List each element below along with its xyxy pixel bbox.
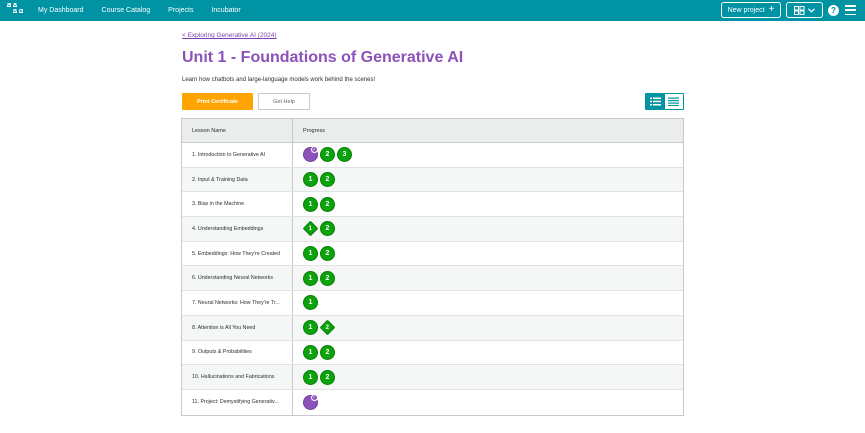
new-project-label: New project <box>727 6 765 14</box>
lesson-progress: 12 <box>293 365 683 389</box>
level-bubble[interactable]: 2 <box>320 246 335 262</box>
level-bubble[interactable]: 1 <box>303 344 318 360</box>
level-bubble[interactable]: 2 <box>320 147 335 163</box>
hamburger-menu-icon[interactable] <box>845 5 856 15</box>
summary-view-toggle[interactable] <box>665 94 684 109</box>
get-help-button[interactable]: Get Help <box>258 93 310 110</box>
header-progress: Progress <box>303 127 326 134</box>
level-bubble[interactable]: 2 <box>320 270 335 286</box>
lesson-name[interactable]: 2. Input & Training Data <box>182 167 293 192</box>
table-row: 4. Understanding Embeddings 1 2 <box>182 217 683 242</box>
lesson-name[interactable]: 7. Neural Networks: How They're Tr... <box>182 291 293 315</box>
back-to-course-link[interactable]: < Exploring Generative AI (2024) <box>182 32 277 39</box>
level-bubble-diamond[interactable]: 2 <box>319 319 336 336</box>
level-bubble[interactable]: 2 <box>320 344 335 360</box>
lesson-progress: 12 <box>293 192 683 216</box>
lesson-progress: 1 <box>293 291 683 315</box>
level-bubble[interactable]: 2 <box>320 221 335 237</box>
lesson-name[interactable]: 11. Project: Demystifying Generativ... <box>182 389 293 415</box>
nav-course-catalog[interactable]: Course Catalog <box>102 7 151 14</box>
table-row: 1. Introduction to Generative AI ✓ 2 3 <box>182 143 683 168</box>
lesson-progress: 12 <box>293 341 683 365</box>
level-bubble-complete[interactable]: ✓ <box>303 393 318 410</box>
table-row: 10. Hallucinations and Fabrications 1 2 <box>182 365 683 390</box>
chevron-down-icon <box>808 7 815 13</box>
level-bubble-complete[interactable]: ✓ <box>303 146 318 163</box>
table-row: 8. Attention is All You Need 1 2 <box>182 315 683 341</box>
table-row: 11. Project: Demystifying Generativ... ✓ <box>182 389 683 415</box>
apps-menu-button[interactable] <box>786 2 823 18</box>
level-bubble[interactable]: 1 <box>303 172 318 188</box>
level-bubble[interactable]: 2 <box>320 369 335 385</box>
lesson-progress: 12 <box>293 168 683 192</box>
lesson-progress: ✓ <box>293 390 683 415</box>
level-bubble[interactable]: 1 <box>303 246 318 262</box>
level-bubble[interactable]: 1 <box>303 369 318 385</box>
header-lesson-name: Lesson Name <box>182 119 293 142</box>
detail-view-toggle[interactable] <box>646 94 665 109</box>
code-logo[interactable]: C O D E <box>6 2 24 20</box>
list-summary-icon <box>668 97 680 106</box>
unit-description: Learn how chatbots and large-language mo… <box>182 77 376 83</box>
print-certificate-button[interactable]: Print Certificate <box>182 93 253 110</box>
page-title: Unit 1 - Foundations of Generative AI <box>182 49 464 66</box>
checkmark-icon: ✓ <box>311 393 318 401</box>
lesson-name[interactable]: 4. Understanding Embeddings <box>182 217 293 241</box>
level-bubble[interactable]: 1 <box>303 295 318 311</box>
lesson-progress-table: Lesson Name Progress 1. Introduction to … <box>181 118 684 416</box>
level-number: 2 <box>325 324 330 331</box>
lesson-progress: 12 <box>293 266 683 290</box>
level-bubble[interactable]: 1 <box>303 320 318 336</box>
lesson-name[interactable]: 1. Introduction to Generative AI <box>182 143 293 167</box>
level-bubble[interactable]: 2 <box>320 172 335 188</box>
lesson-name[interactable]: 9. Outputs & Probabilities <box>182 340 293 365</box>
table-row: 6. Understanding Neural Networks 1 2 <box>182 266 683 292</box>
level-bubble-diamond[interactable]: 1 <box>302 221 319 237</box>
list-detail-icon <box>649 97 661 106</box>
lesson-name[interactable]: 5. Embeddings: How They're Created <box>182 241 293 266</box>
table-row: 2. Input & Training Data 1 2 <box>182 167 683 193</box>
plus-icon: + <box>768 4 775 15</box>
grid-icon <box>794 5 805 15</box>
lesson-name[interactable]: 6. Understanding Neural Networks <box>182 266 293 291</box>
top-nav-bar: C O D E My Dashboard Course Catalog Proj… <box>0 0 865 21</box>
nav-my-dashboard[interactable]: My Dashboard <box>38 7 84 14</box>
table-row: 5. Embeddings: How They're Created 1 2 <box>182 241 683 267</box>
help-icon[interactable]: ? <box>828 5 839 16</box>
lesson-progress: 12 <box>293 217 683 241</box>
new-project-button[interactable]: New project + <box>721 2 781 18</box>
main-nav: My Dashboard Course Catalog Projects Inc… <box>38 0 259 21</box>
level-bubble[interactable]: 1 <box>303 196 318 212</box>
level-bubble[interactable]: 2 <box>320 196 335 212</box>
lesson-name[interactable]: 8. Attention is All You Need <box>182 315 293 340</box>
lesson-progress: 12 <box>293 316 683 340</box>
logo-letter: E <box>18 7 24 14</box>
view-toggle <box>645 93 684 110</box>
level-bubble[interactable]: 1 <box>303 270 318 286</box>
table-row: 7. Neural Networks: How They're Tr... 1 <box>182 291 683 316</box>
level-number: 1 <box>308 225 313 232</box>
lesson-name[interactable]: 10. Hallucinations and Fabrications <box>182 365 293 389</box>
nav-incubator[interactable]: Incubator <box>211 7 240 14</box>
lesson-progress: 12 <box>293 242 683 266</box>
table-row: 9. Outputs & Probabilities 1 2 <box>182 340 683 366</box>
table-row: 3. Bias in the Machine 1 2 <box>182 192 683 218</box>
checkmark-icon: ✓ <box>311 146 318 154</box>
lesson-name[interactable]: 3. Bias in the Machine <box>182 192 293 217</box>
table-header: Lesson Name Progress <box>182 119 683 143</box>
level-bubble[interactable]: 3 <box>337 147 352 163</box>
lesson-progress: ✓ 2 3 <box>293 143 683 167</box>
nav-projects[interactable]: Projects <box>168 7 193 14</box>
